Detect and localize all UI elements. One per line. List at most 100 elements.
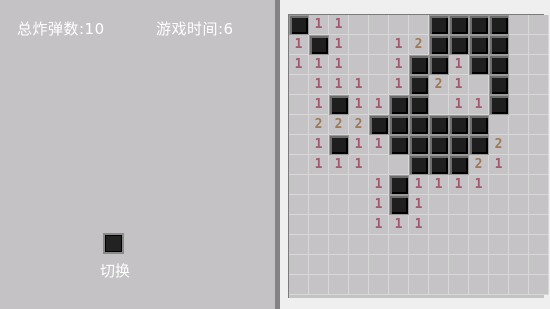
empty-cell[interactable]	[529, 275, 549, 295]
empty-cell[interactable]	[449, 275, 469, 295]
covered-cell[interactable]	[469, 55, 489, 75]
empty-cell[interactable]	[389, 155, 409, 175]
empty-cell[interactable]	[429, 95, 449, 115]
number-cell[interactable]: 1	[329, 35, 349, 55]
empty-cell[interactable]	[369, 55, 389, 75]
empty-cell[interactable]	[489, 235, 509, 255]
empty-cell[interactable]	[409, 235, 429, 255]
number-cell[interactable]: 1	[349, 95, 369, 115]
covered-cell[interactable]	[489, 95, 509, 115]
empty-cell[interactable]	[469, 195, 489, 215]
empty-cell[interactable]	[489, 115, 509, 135]
empty-cell[interactable]	[529, 195, 549, 215]
covered-cell[interactable]	[409, 75, 429, 95]
empty-cell[interactable]	[429, 235, 449, 255]
empty-cell[interactable]	[349, 235, 369, 255]
empty-cell[interactable]	[509, 215, 529, 235]
covered-cell[interactable]	[369, 115, 389, 135]
empty-cell[interactable]	[469, 215, 489, 235]
empty-cell[interactable]	[289, 215, 309, 235]
empty-cell[interactable]	[309, 275, 329, 295]
empty-cell[interactable]	[429, 275, 449, 295]
empty-cell[interactable]	[489, 255, 509, 275]
empty-cell[interactable]	[349, 15, 369, 35]
number-cell[interactable]: 1	[349, 75, 369, 95]
number-cell[interactable]: 1	[369, 175, 389, 195]
empty-cell[interactable]	[409, 15, 429, 35]
empty-cell[interactable]	[509, 255, 529, 275]
empty-cell[interactable]	[289, 235, 309, 255]
number-cell[interactable]: 1	[289, 55, 309, 75]
empty-cell[interactable]	[469, 75, 489, 95]
number-cell[interactable]: 2	[329, 115, 349, 135]
covered-cell[interactable]	[409, 95, 429, 115]
covered-cell[interactable]	[429, 155, 449, 175]
empty-cell[interactable]	[509, 115, 529, 135]
covered-cell[interactable]	[389, 115, 409, 135]
number-cell[interactable]: 1	[389, 75, 409, 95]
covered-cell[interactable]	[329, 95, 349, 115]
empty-cell[interactable]	[449, 195, 469, 215]
empty-cell[interactable]	[509, 75, 529, 95]
number-cell[interactable]: 1	[329, 55, 349, 75]
covered-cell[interactable]	[309, 35, 329, 55]
empty-cell[interactable]	[509, 275, 529, 295]
empty-cell[interactable]	[349, 195, 369, 215]
number-cell[interactable]: 1	[469, 175, 489, 195]
empty-cell[interactable]	[369, 275, 389, 295]
empty-cell[interactable]	[369, 235, 389, 255]
empty-cell[interactable]	[529, 155, 549, 175]
empty-cell[interactable]	[529, 55, 549, 75]
number-cell[interactable]: 1	[449, 175, 469, 195]
empty-cell[interactable]	[369, 35, 389, 55]
empty-cell[interactable]	[369, 155, 389, 175]
empty-cell[interactable]	[509, 175, 529, 195]
covered-cell[interactable]	[469, 15, 489, 35]
number-cell[interactable]: 1	[309, 155, 329, 175]
covered-cell[interactable]	[329, 135, 349, 155]
empty-cell[interactable]	[509, 195, 529, 215]
number-cell[interactable]: 1	[389, 215, 409, 235]
empty-cell[interactable]	[489, 215, 509, 235]
empty-cell[interactable]	[509, 95, 529, 115]
empty-cell[interactable]	[349, 55, 369, 75]
covered-cell[interactable]	[469, 35, 489, 55]
empty-cell[interactable]	[429, 215, 449, 235]
empty-cell[interactable]	[309, 215, 329, 235]
empty-cell[interactable]	[449, 215, 469, 235]
empty-cell[interactable]	[349, 175, 369, 195]
covered-cell[interactable]	[389, 95, 409, 115]
empty-cell[interactable]	[309, 175, 329, 195]
covered-cell[interactable]	[429, 135, 449, 155]
number-cell[interactable]: 1	[369, 135, 389, 155]
number-cell[interactable]: 1	[409, 195, 429, 215]
number-cell[interactable]: 1	[309, 95, 329, 115]
empty-cell[interactable]	[389, 255, 409, 275]
number-cell[interactable]: 2	[309, 115, 329, 135]
minesweeper-board[interactable]: 1111121111111112111111222111211121111111…	[288, 14, 549, 298]
empty-cell[interactable]	[409, 255, 429, 275]
empty-cell[interactable]	[509, 135, 529, 155]
number-cell[interactable]: 1	[349, 155, 369, 175]
empty-cell[interactable]	[289, 115, 309, 135]
empty-cell[interactable]	[529, 135, 549, 155]
covered-cell[interactable]	[489, 15, 509, 35]
empty-cell[interactable]	[349, 35, 369, 55]
switch-label[interactable]: 切换	[100, 260, 130, 281]
covered-cell[interactable]	[449, 135, 469, 155]
number-cell[interactable]: 1	[469, 95, 489, 115]
covered-cell[interactable]	[409, 115, 429, 135]
covered-cell[interactable]	[449, 155, 469, 175]
empty-cell[interactable]	[349, 255, 369, 275]
empty-cell[interactable]	[349, 275, 369, 295]
covered-cell[interactable]	[289, 15, 309, 35]
empty-cell[interactable]	[389, 15, 409, 35]
empty-cell[interactable]	[529, 15, 549, 35]
covered-cell[interactable]	[389, 195, 409, 215]
empty-cell[interactable]	[509, 15, 529, 35]
empty-cell[interactable]	[329, 195, 349, 215]
covered-cell[interactable]	[449, 115, 469, 135]
empty-cell[interactable]	[509, 55, 529, 75]
empty-cell[interactable]	[529, 75, 549, 95]
empty-cell[interactable]	[409, 275, 429, 295]
